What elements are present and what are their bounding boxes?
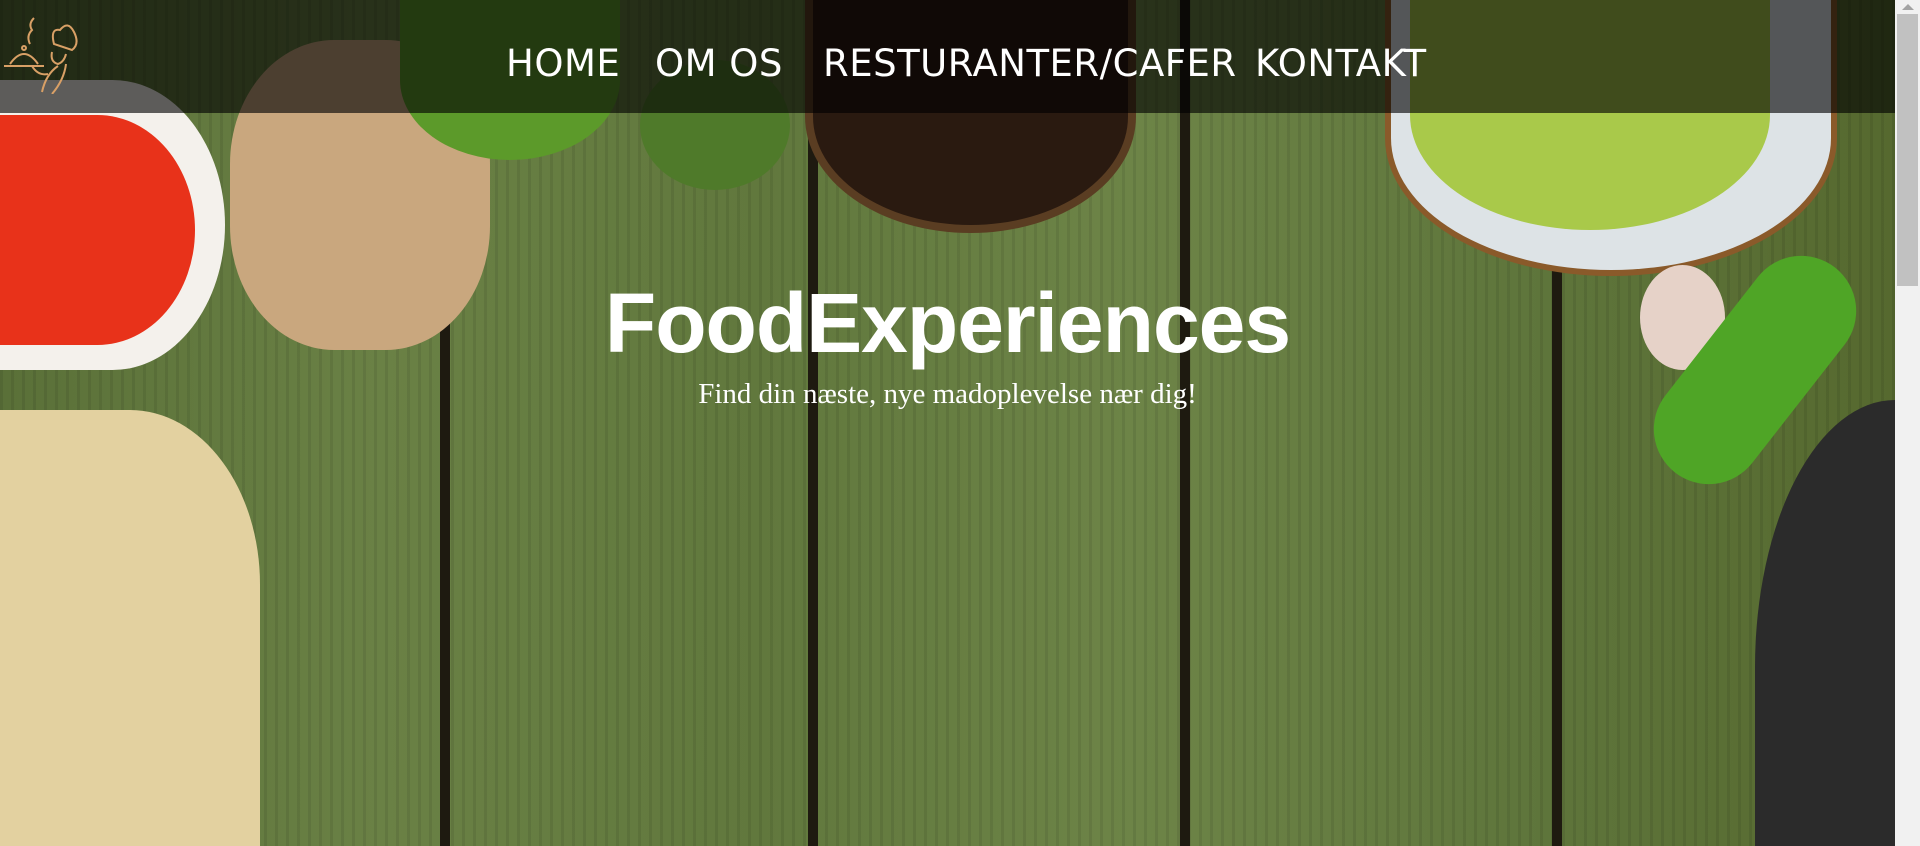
hero-background	[0, 0, 1895, 846]
chef-logo-icon[interactable]	[2, 14, 78, 95]
nav-home-link[interactable]: HOME	[506, 42, 620, 85]
scrollbar-thumb[interactable]	[1897, 14, 1918, 286]
hero-subtitle: Find din næste, nye madoplevelse nær dig…	[698, 378, 1197, 410]
hero-title: FoodExperiences	[604, 276, 1291, 370]
nav-resturanter-cafer-link[interactable]: RESTURANTER/CAFER	[823, 42, 1237, 85]
noodles-image	[0, 410, 260, 846]
top-navigation: HOME OM OS RESTURANTER/CAFER KONTAKT	[0, 0, 1895, 113]
page-scrollbar[interactable]	[1895, 0, 1920, 846]
nav-om-os-link[interactable]: OM OS	[655, 42, 783, 85]
plank-gap	[1180, 0, 1190, 846]
nav-kontakt-link[interactable]: KONTAKT	[1255, 42, 1427, 85]
scroll-up-arrow-icon[interactable]	[1902, 4, 1914, 10]
teapot-image	[1755, 400, 1895, 846]
